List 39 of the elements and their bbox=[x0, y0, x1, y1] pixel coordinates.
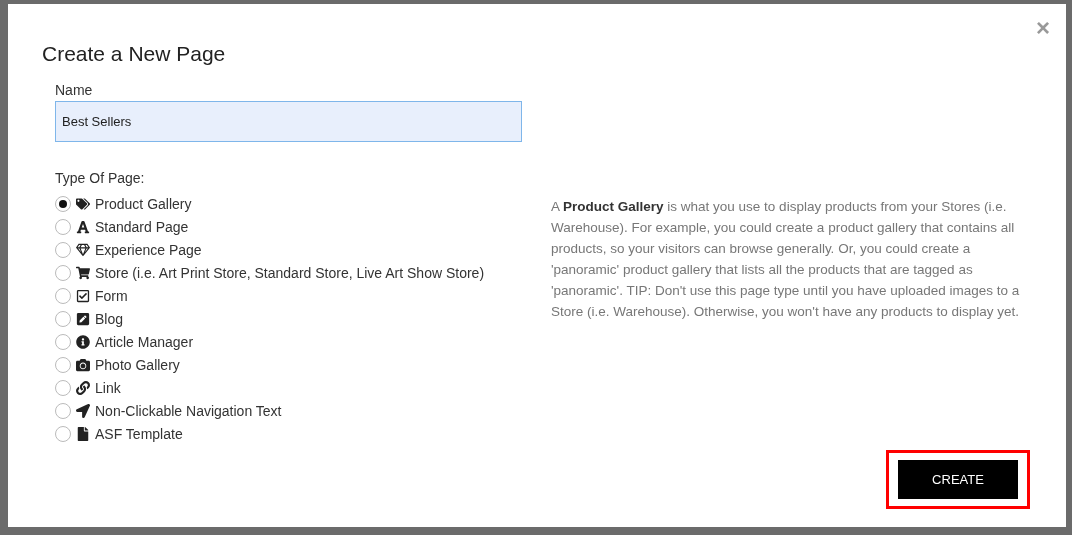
field-label: Type Of Page: bbox=[55, 170, 146, 186]
radio-button[interactable] bbox=[55, 402, 71, 419]
letter-icon bbox=[76, 219, 90, 234]
dialog-title: Create a New Page bbox=[42, 42, 227, 66]
option-label[interactable]: Store (i.e. Art Print Store, Standard Store, Live Art Show Store) bbox=[95, 264, 485, 281]
info-icon bbox=[76, 334, 90, 349]
name-field[interactable]: Best Sellers bbox=[55, 101, 522, 142]
option-label[interactable]: Product Gallery bbox=[95, 195, 192, 212]
file-icon bbox=[76, 426, 90, 441]
description-text: A Product Gallery is what you use to display products from your Stores (i.e. Warehouse). For example, you could create a product gallery that contains all products, so your visitors can browse generally. Or, you could create a 'panoramic' product gallery that lists all the products that are tagged as 'panoramic'. TIP: Don't use this page type until you have uploaded images to a Store (i.e. Warehouse). Otherwise, you won't have any products to display yet. bbox=[551, 198, 1021, 321]
checkbox-icon bbox=[76, 288, 90, 303]
option-label[interactable]: Form bbox=[95, 287, 128, 304]
radio-button[interactable] bbox=[55, 379, 71, 396]
option-label[interactable]: Blog bbox=[95, 310, 124, 327]
option-label[interactable]: Experience Page bbox=[95, 241, 202, 258]
arrow-icon bbox=[76, 403, 90, 418]
radio-button[interactable] bbox=[55, 264, 71, 281]
field-label: Name bbox=[55, 82, 94, 98]
radio-button[interactable] bbox=[55, 241, 71, 258]
option-label[interactable]: Link bbox=[95, 379, 121, 396]
option-label[interactable]: Non-Clickable Navigation Text bbox=[95, 402, 282, 419]
link-icon bbox=[76, 380, 90, 395]
camera-icon bbox=[76, 357, 90, 372]
radio-button[interactable] bbox=[55, 195, 71, 212]
option-label[interactable]: Article Manager bbox=[95, 333, 194, 350]
radio-button[interactable] bbox=[55, 287, 71, 304]
radio-button[interactable] bbox=[55, 218, 71, 235]
option-label[interactable]: Photo Gallery bbox=[95, 356, 180, 373]
radio-button[interactable] bbox=[55, 425, 71, 442]
option-label[interactable]: ASF Template bbox=[95, 425, 183, 442]
cart-icon bbox=[76, 265, 90, 280]
option-label[interactable]: Standard Page bbox=[95, 218, 189, 235]
radio-button[interactable] bbox=[55, 310, 71, 327]
pencil-icon bbox=[76, 311, 90, 326]
tags-icon bbox=[76, 196, 90, 211]
create-button[interactable]: CREATE bbox=[898, 460, 1018, 499]
radio-button[interactable] bbox=[55, 356, 71, 373]
radio-button[interactable] bbox=[55, 333, 71, 350]
gem-icon bbox=[76, 242, 90, 257]
